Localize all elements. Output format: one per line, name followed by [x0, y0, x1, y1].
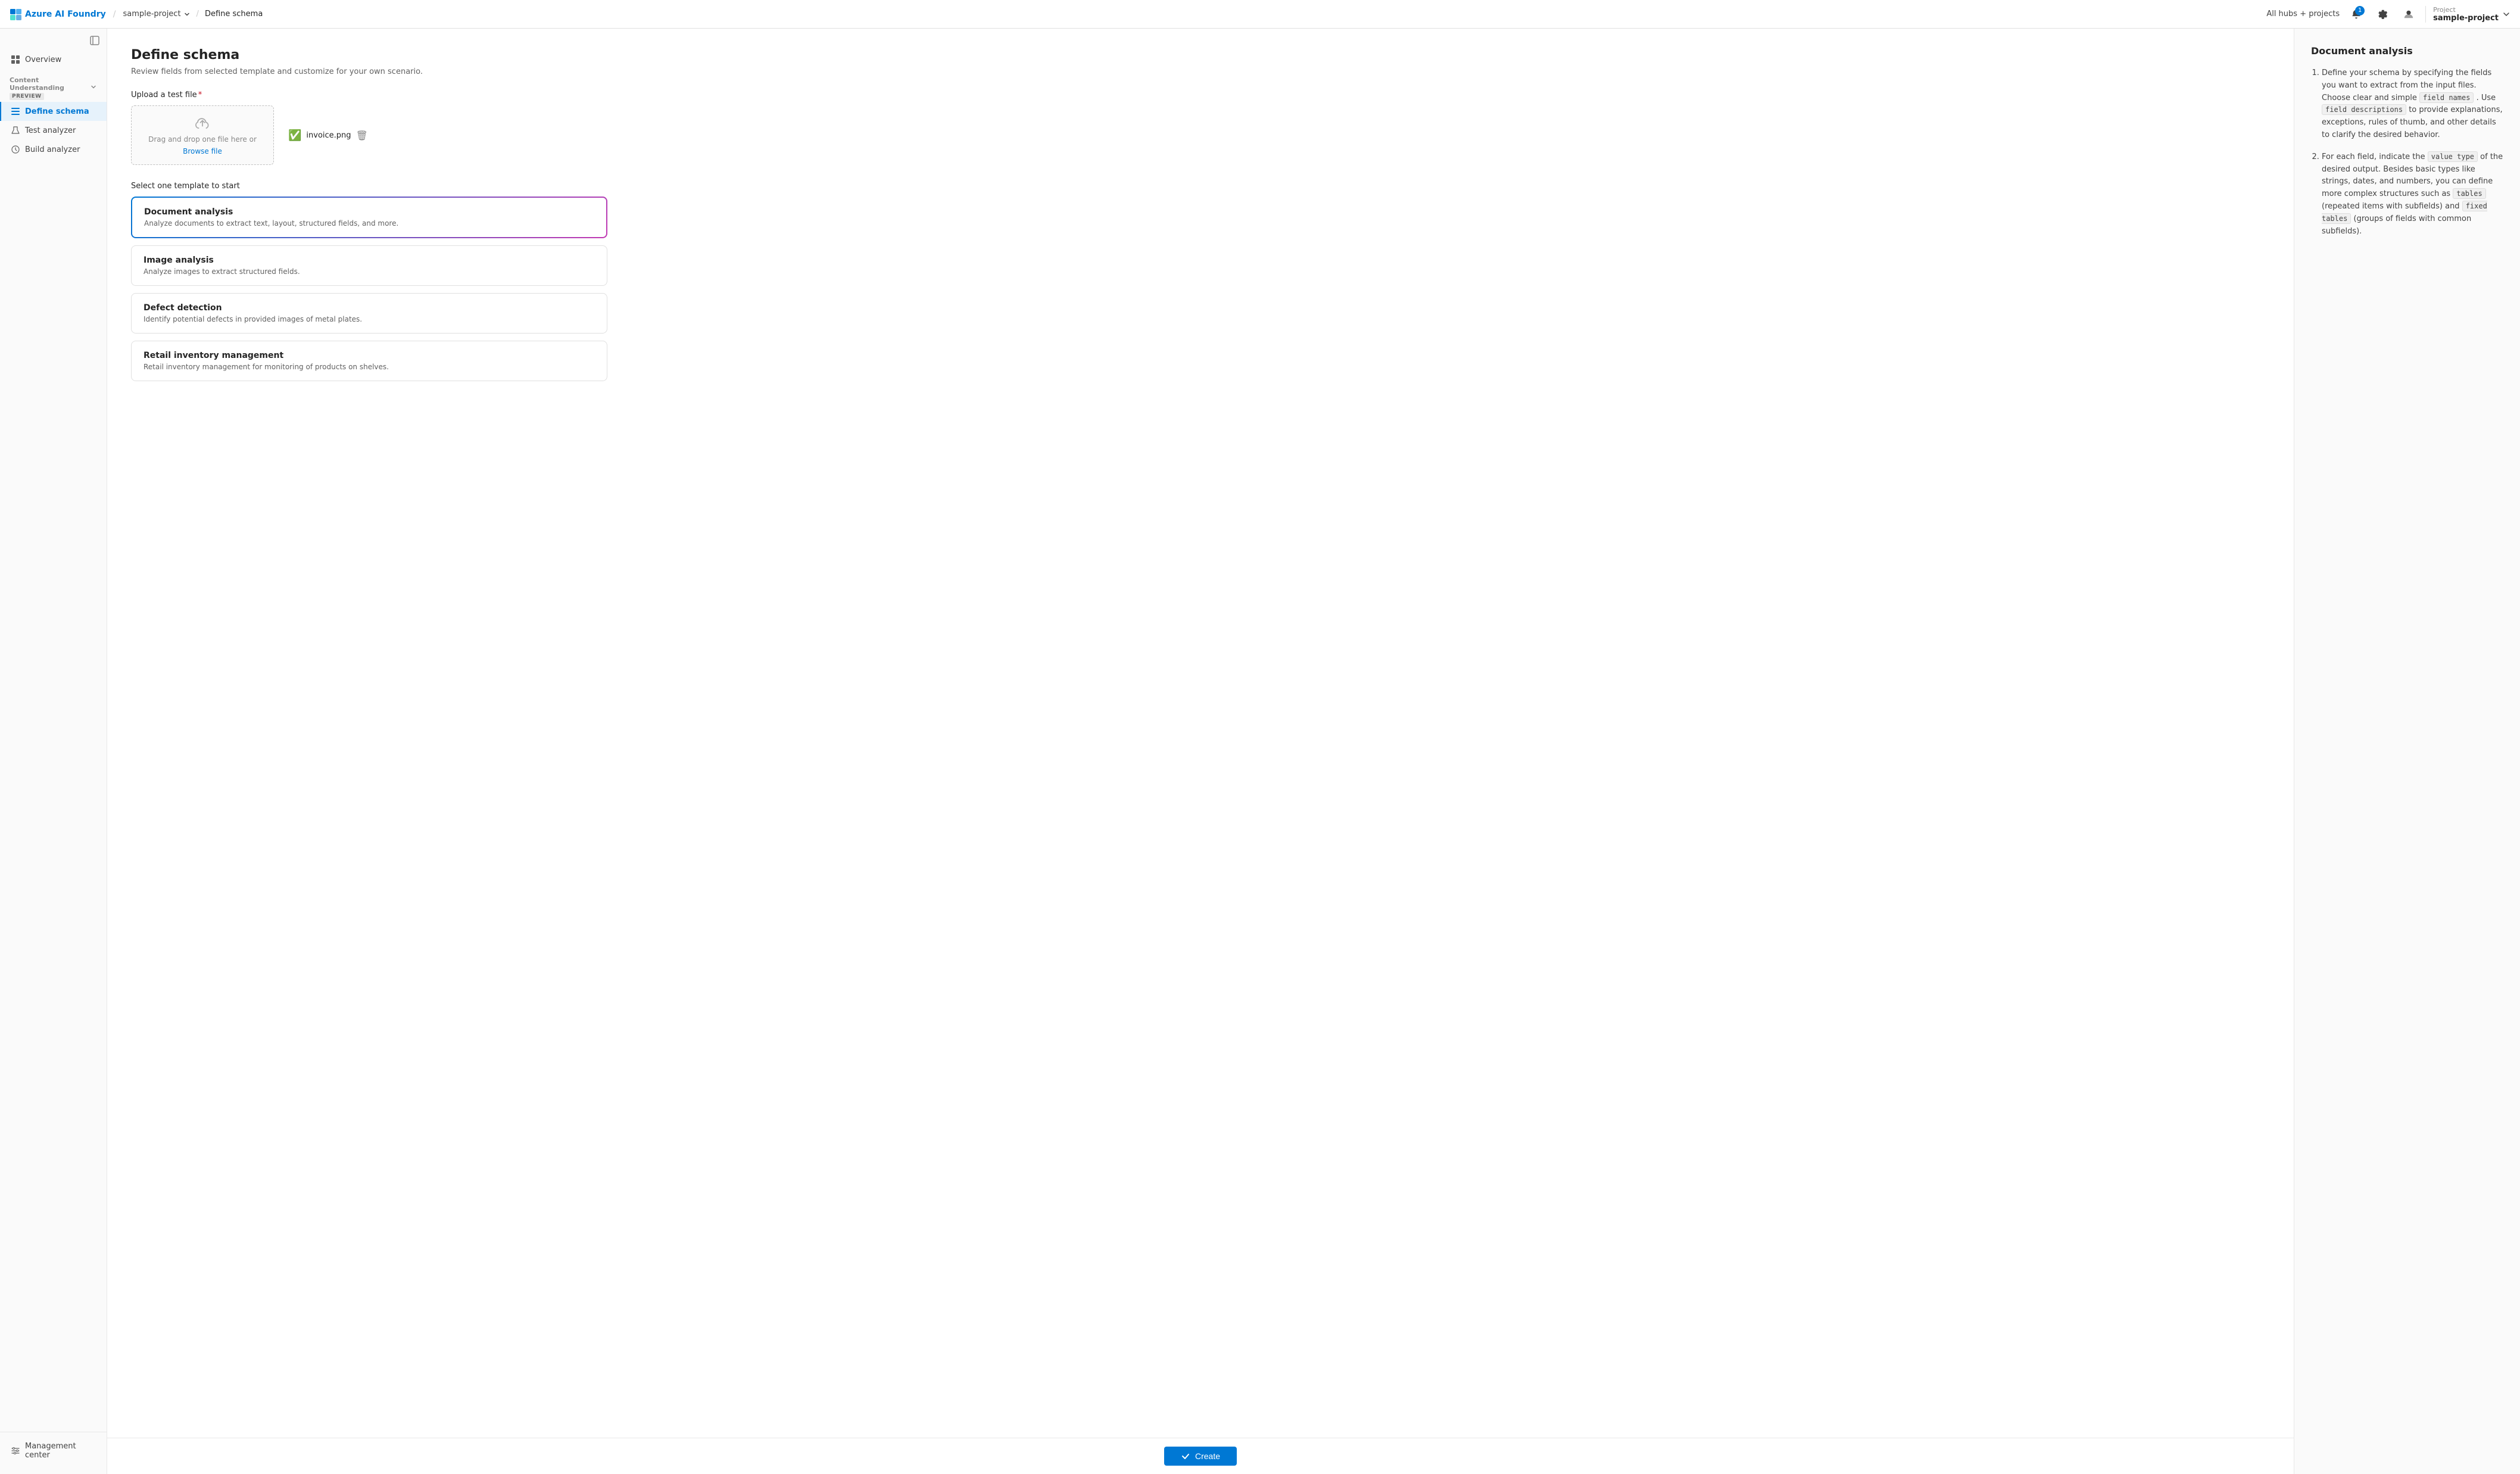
user-avatar[interactable] [2399, 5, 2418, 24]
template-desc-image-analysis: Analyze images to extract structured fie… [144, 267, 595, 276]
upload-section-label: Upload a test file* [131, 91, 2270, 99]
section-label-text: Content Understanding PREVIEW [10, 76, 85, 99]
breadcrumb-project[interactable]: sample-project [123, 10, 190, 18]
settings-button[interactable] [2373, 5, 2392, 24]
template-desc-defect-detection: Identify potential defects in provided i… [144, 315, 595, 323]
panel-point-1: Define your schema by specifying the fie… [2322, 67, 2503, 142]
sidebar-overview-label: Overview [25, 55, 61, 64]
template-section-label: Select one template to start [131, 182, 2270, 191]
topbar-left: Azure AI Foundry / sample-project / Defi… [10, 8, 263, 20]
uploaded-file: ✅ invoice.png 🗑 [274, 129, 382, 142]
panel-p2-mid2: (repeated items with subfields) and [2322, 202, 2460, 211]
create-button[interactable]: Create [1164, 1447, 1237, 1466]
sidebar-item-define-schema[interactable]: Define schema [0, 102, 107, 121]
breadcrumb: sample-project / Define schema [123, 10, 263, 18]
sidebar-define-schema-label: Define schema [25, 107, 89, 116]
template-title-defect-detection: Defect detection [144, 303, 595, 313]
create-check-icon [1181, 1451, 1190, 1461]
build-analyzer-icon [11, 145, 20, 154]
panel-p2-code1: value type [2428, 151, 2478, 162]
all-hubs-link[interactable]: All hubs + projects [2266, 10, 2340, 18]
sidebar-collapse-button[interactable] [0, 33, 107, 50]
file-check-icon: ✅ [288, 129, 301, 142]
panel-list: Define your schema by specifying the fie… [2311, 67, 2503, 238]
panel-point-2: For each field, indicate the value type … [2322, 151, 2503, 238]
azure-brand[interactable]: Azure AI Foundry [10, 8, 106, 20]
brand-label: Azure AI Foundry [25, 10, 106, 19]
define-schema-icon [11, 107, 20, 116]
template-desc-document-analysis: Analyze documents to extract text, layou… [144, 219, 594, 228]
breadcrumb-current: Define schema [205, 10, 263, 18]
upload-drop-zone[interactable]: Drag and drop one file here or Browse fi… [131, 105, 274, 165]
management-center-label: Management center [25, 1442, 97, 1460]
sidebar-build-analyzer-label: Build analyzer [25, 145, 80, 154]
topbar-right: All hubs + projects 1 Project sample-pro… [2266, 5, 2510, 24]
file-delete-button[interactable]: 🗑 [356, 130, 368, 141]
template-card-image-analysis[interactable]: Image analysis Analyze images to extract… [131, 245, 607, 286]
sidebar-item-overview[interactable]: Overview [0, 50, 107, 69]
test-analyzer-icon [11, 126, 20, 135]
project-name: sample-project [2433, 14, 2499, 23]
notification-badge: 1 [2355, 6, 2365, 15]
required-star: * [198, 91, 202, 99]
project-info: Project sample-project [2433, 6, 2499, 23]
sidebar-item-test-analyzer[interactable]: Test analyzer [0, 121, 107, 140]
main-content: Define schema Review fields from selecte… [107, 29, 2294, 1474]
preview-badge: PREVIEW [10, 93, 44, 100]
overview-icon [11, 55, 20, 64]
sidebar-bottom: Management center [0, 1432, 107, 1469]
template-desc-retail-inventory: Retail inventory management for monitori… [144, 363, 595, 371]
panel-p1-code2: field descriptions [2322, 104, 2406, 115]
panel-p2-code2: tables [2453, 188, 2485, 199]
breadcrumb-sep1: / [113, 10, 116, 19]
panel-p1-code1: field names [2419, 92, 2474, 103]
template-card-defect-detection[interactable]: Defect detection Identify potential defe… [131, 293, 607, 334]
breadcrumb-sep2: / [197, 10, 199, 18]
panel-p1-mid: . Use [2477, 94, 2496, 102]
upload-cloud-icon [194, 115, 211, 132]
sidebar-management-center[interactable]: Management center [0, 1437, 107, 1464]
browse-link[interactable]: Browse file [183, 147, 222, 155]
template-title-image-analysis: Image analysis [144, 255, 595, 265]
section-chevron[interactable] [90, 83, 97, 92]
template-card-retail-inventory[interactable]: Retail inventory management Retail inven… [131, 341, 607, 381]
template-title-document-analysis: Document analysis [144, 207, 594, 217]
page-subtitle: Review fields from selected template and… [131, 67, 2270, 76]
bottom-spacer [131, 381, 2270, 423]
template-list: Document analysis Analyze documents to e… [131, 197, 607, 381]
bottom-bar: Create [107, 1438, 2294, 1474]
panel-p2-text: For each field, indicate the [2322, 152, 2425, 161]
sidebar-section-header: Content Understanding PREVIEW [0, 69, 107, 102]
sidebar: Overview Content Understanding PREVIEW D… [0, 29, 107, 1474]
right-panel: Document analysis Define your schema by … [2294, 29, 2520, 1474]
drop-text: Drag and drop one file here or [148, 135, 257, 144]
topbar: Azure AI Foundry / sample-project / Defi… [0, 0, 2520, 29]
template-card-document-analysis[interactable]: Document analysis Analyze documents to e… [131, 197, 607, 238]
create-button-label: Create [1195, 1451, 1220, 1461]
panel-title: Document analysis [2311, 45, 2503, 57]
app-body: Overview Content Understanding PREVIEW D… [0, 29, 2520, 1474]
sidebar-item-build-analyzer[interactable]: Build analyzer [0, 140, 107, 159]
sidebar-test-analyzer-label: Test analyzer [25, 126, 76, 135]
notifications-button[interactable]: 1 [2347, 5, 2366, 24]
project-section-label: Project [2433, 6, 2499, 14]
page-title: Define schema [131, 48, 2270, 63]
upload-area-container: Drag and drop one file here or Browse fi… [131, 105, 2270, 165]
project-selector[interactable]: Project sample-project [2425, 6, 2510, 23]
template-title-retail-inventory: Retail inventory management [144, 351, 595, 360]
uploaded-file-name: invoice.png [306, 131, 351, 140]
management-center-icon [11, 1446, 20, 1456]
